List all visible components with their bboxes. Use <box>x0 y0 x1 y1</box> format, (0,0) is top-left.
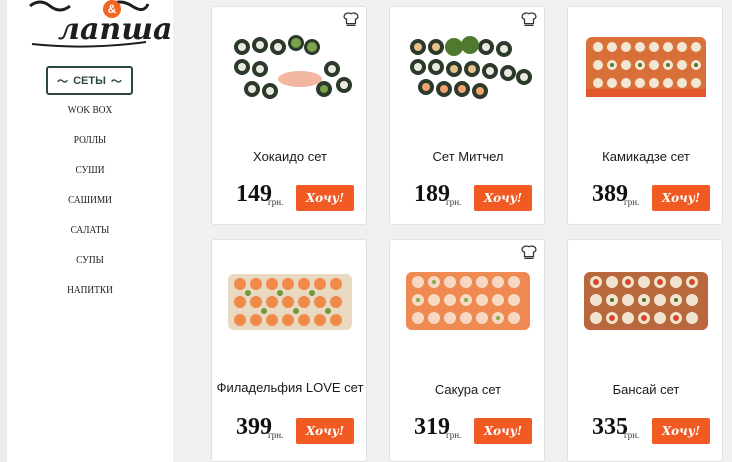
chef-hat-icon <box>521 245 537 260</box>
product-price: 319 <box>414 414 450 440</box>
product-currency: грн. <box>624 430 640 440</box>
product-name: Бансай сет <box>612 382 680 397</box>
product-card[interactable]: Сакура сет 319 грн. Хочу! <box>389 239 545 462</box>
menu-item-label: СЕТЫ <box>73 74 106 87</box>
product-price: 149 <box>236 181 272 207</box>
product-currency: грн. <box>446 197 462 207</box>
menu-item-wok-box[interactable]: WOK BOX <box>14 104 167 116</box>
product-card[interactable]: Камикадзе сет 389 грн. Хочу! <box>567 6 723 225</box>
menu-item-active-sets[interactable]: 〜 СЕТЫ 〜 <box>46 66 133 95</box>
sushi-set-image <box>234 35 352 99</box>
product-card[interactable]: Филадельфия LOVE сет 399 грн. Хочу! <box>211 239 367 462</box>
product-currency: грн. <box>268 430 284 440</box>
product-price: 335 <box>592 414 628 440</box>
product-name: Хокаидо сет <box>253 149 327 164</box>
tilde-left-icon: 〜 <box>57 75 69 88</box>
sushi-set-image <box>406 272 530 330</box>
logo-text: лапша <box>58 12 173 47</box>
want-button[interactable]: Хочу! <box>296 418 354 444</box>
product-name: Сакура сет <box>434 382 502 397</box>
product-card[interactable]: Хокаидо сет 149 грн. Хочу! <box>211 6 367 225</box>
menu-item-soups[interactable]: СУПЫ <box>14 254 167 266</box>
menu-item-drinks[interactable]: НАПИТКИ <box>14 284 167 296</box>
chef-hat-icon <box>343 12 359 27</box>
chef-hat-icon <box>521 12 537 27</box>
brand-logo[interactable]: & лапша <box>28 0 172 48</box>
want-button[interactable]: Хочу! <box>474 185 532 211</box>
product-price: 399 <box>236 414 272 440</box>
menu-item-salads[interactable]: САЛАТЫ <box>14 224 167 236</box>
want-button[interactable]: Хочу! <box>652 418 710 444</box>
want-button[interactable]: Хочу! <box>652 185 710 211</box>
sushi-set-image <box>586 37 706 97</box>
sushi-set-image <box>584 272 708 330</box>
menu-item-rolls[interactable]: РОЛЛЫ <box>14 134 167 146</box>
product-currency: грн. <box>268 197 284 207</box>
want-button[interactable]: Хочу! <box>296 185 354 211</box>
product-name: Сет Митчел <box>432 149 504 164</box>
menu-item-sushi[interactable]: СУШИ <box>14 164 167 176</box>
product-card[interactable]: Сет Митчел 189 грн. Хочу! <box>389 6 545 225</box>
sidebar-edge <box>0 0 7 462</box>
product-currency: грн. <box>446 430 462 440</box>
want-button[interactable]: Хочу! <box>474 418 532 444</box>
product-price: 189 <box>414 181 450 207</box>
sushi-set-image <box>228 274 352 330</box>
sidebar: & лапша 〜 СЕТЫ 〜 WOK BOX РОЛЛЫ СУШИ САШИ… <box>0 0 173 462</box>
product-currency: грн. <box>624 197 640 207</box>
product-name: Филадельфия LOVE сет <box>216 380 364 395</box>
product-card[interactable]: Бансай сет 335 грн. Хочу! <box>567 239 723 462</box>
menu-item-sashimi[interactable]: САШИМИ <box>14 194 167 206</box>
tilde-right-icon: 〜 <box>110 75 122 88</box>
sushi-set-image <box>410 36 532 99</box>
product-price: 389 <box>592 181 628 207</box>
product-name: Камикадзе сет <box>602 149 690 164</box>
